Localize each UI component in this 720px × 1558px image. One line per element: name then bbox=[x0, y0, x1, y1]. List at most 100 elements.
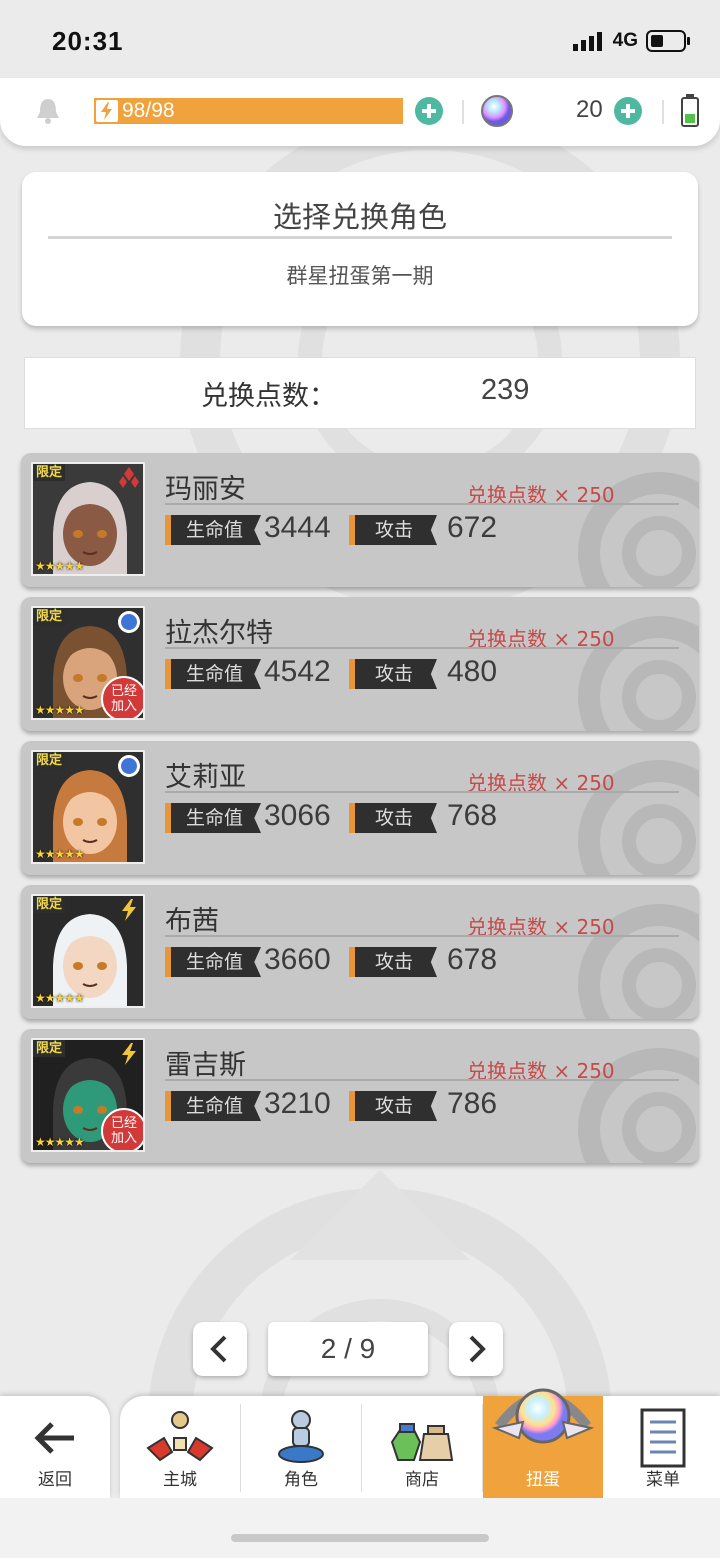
nav-label: 主城 bbox=[163, 1470, 197, 1490]
character-card[interactable]: 限定 ★★★★★ 布茜 兑换点数 × 250 生命值 3660 攻击 678 bbox=[21, 885, 699, 1019]
hp-label: 生命值 bbox=[165, 659, 261, 689]
rarity-stars: ★★★★★ bbox=[35, 847, 85, 861]
status-bar: 20:31 4G bbox=[0, 0, 720, 82]
attack-label: 攻击 bbox=[349, 659, 437, 689]
card-emblem-decoration bbox=[578, 616, 699, 731]
add-energy-button[interactable] bbox=[415, 97, 443, 125]
clock: 20:31 bbox=[52, 25, 124, 56]
character-portrait[interactable]: 限定 ★★★★★ 已经 加入 bbox=[31, 1038, 145, 1152]
bottom-navigation: 返回 主城 角色 商店 扭蛋 菜单 bbox=[0, 1388, 720, 1498]
lightning-icon bbox=[122, 1043, 136, 1065]
card-divider bbox=[165, 647, 679, 649]
rarity-stars: ★★★★★ bbox=[35, 559, 85, 573]
hp-label: 生命值 bbox=[165, 803, 261, 833]
character-name: 拉杰尔特 bbox=[165, 618, 273, 649]
character-portrait[interactable]: 限定 ★★★★★ bbox=[31, 462, 145, 576]
pagination: 2 / 9 bbox=[0, 1322, 720, 1378]
attack-value: 672 bbox=[447, 511, 498, 544]
back-label: 返回 bbox=[38, 1470, 72, 1490]
nav-label: 角色 bbox=[284, 1470, 318, 1490]
diamond-icon bbox=[119, 467, 139, 488]
character-card[interactable]: 限定 ★★★★★ 玛丽安 兑换点数 × 250 生命值 3444 攻击 672 bbox=[21, 453, 699, 587]
energy-bar: 98/98 bbox=[94, 98, 403, 124]
divider bbox=[662, 100, 664, 124]
nav-tab-shop[interactable]: 商店 bbox=[362, 1396, 482, 1498]
hp-label: 生命值 bbox=[165, 1091, 261, 1121]
prev-page-button[interactable] bbox=[193, 1322, 247, 1376]
card-emblem-decoration bbox=[578, 472, 699, 587]
circle-icon bbox=[118, 611, 140, 633]
network-label: 4G bbox=[612, 30, 638, 51]
attack-label: 攻击 bbox=[349, 947, 437, 977]
energy-bolt-icon bbox=[96, 100, 118, 122]
home-indicator[interactable] bbox=[231, 1534, 489, 1542]
character-portrait[interactable]: 限定 ★★★★★ bbox=[31, 894, 145, 1008]
resource-bar: 98/98 20 bbox=[0, 78, 720, 146]
nav-label: 菜单 bbox=[646, 1470, 680, 1490]
exchange-points-panel: 兑换点数： 239 bbox=[24, 357, 696, 429]
circle-icon bbox=[118, 755, 140, 777]
chevron-left-icon bbox=[210, 1335, 227, 1363]
nav-label: 扭蛋 bbox=[526, 1470, 560, 1490]
points-label: 兑换点数： bbox=[201, 381, 336, 412]
attack-value: 768 bbox=[447, 799, 498, 832]
battery-saver-icon[interactable] bbox=[680, 94, 700, 128]
character-name: 布茜 bbox=[165, 906, 219, 937]
battery-icon bbox=[646, 30, 690, 52]
character-portrait[interactable]: 限定 ★★★★★ bbox=[31, 750, 145, 864]
limited-tag: 限定 bbox=[33, 608, 66, 625]
limited-tag: 限定 bbox=[33, 1040, 66, 1057]
hp-value: 3444 bbox=[264, 511, 331, 544]
add-gems-button[interactable] bbox=[614, 97, 642, 125]
card-divider bbox=[165, 791, 679, 793]
arrow-left-icon bbox=[34, 1422, 74, 1454]
card-emblem-decoration bbox=[578, 1048, 699, 1163]
system-indicators: 4G bbox=[572, 30, 690, 52]
card-emblem-decoration bbox=[578, 760, 699, 875]
limited-tag: 限定 bbox=[33, 464, 66, 481]
banner-subtitle: 群星扭蛋第一期 bbox=[286, 264, 434, 288]
character-card[interactable]: 限定 ★★★★★ 已经 加入 拉杰尔特 兑换点数 × 250 生命值 4542 攻击 480 bbox=[21, 597, 699, 731]
nav-tabs: 主城 角色 商店 扭蛋 菜单 bbox=[120, 1388, 720, 1498]
rarity-stars: ★★★★★ bbox=[35, 991, 85, 1005]
character-card[interactable]: 限定 ★★★★★ 艾莉亚 兑换点数 × 250 生命值 3066 攻击 768 bbox=[21, 741, 699, 875]
card-divider bbox=[165, 935, 679, 937]
character-card[interactable]: 限定 ★★★★★ 已经 加入 雷吉斯 兑换点数 × 250 生命值 3210 攻击 786 bbox=[21, 1029, 699, 1163]
rarity-stars: ★★★★★ bbox=[35, 703, 85, 717]
nav-tab-menu[interactable]: 菜单 bbox=[603, 1396, 720, 1498]
page-indicator: 2 / 9 bbox=[268, 1322, 428, 1376]
page-title: 选择兑换角色 bbox=[272, 200, 447, 234]
gem-count: 20 bbox=[576, 96, 603, 123]
back-button[interactable]: 返回 bbox=[0, 1396, 110, 1498]
hp-label: 生命值 bbox=[165, 515, 261, 545]
hp-value: 4542 bbox=[264, 655, 331, 688]
character-name: 玛丽安 bbox=[165, 474, 246, 505]
nav-label: 商店 bbox=[405, 1470, 439, 1490]
joined-badge: 已经 加入 bbox=[101, 1108, 143, 1150]
attack-value: 786 bbox=[447, 1087, 498, 1120]
hp-value: 3660 bbox=[264, 943, 331, 976]
energy-value: 98/98 bbox=[122, 99, 175, 122]
character-portrait[interactable]: 限定 ★★★★★ 已经 加入 bbox=[31, 606, 145, 720]
next-page-button[interactable] bbox=[449, 1322, 503, 1376]
character-name: 雷吉斯 bbox=[165, 1050, 246, 1081]
character-name: 艾莉亚 bbox=[165, 762, 246, 793]
lightning-icon bbox=[122, 899, 136, 921]
hp-value: 3066 bbox=[264, 799, 331, 832]
card-divider bbox=[165, 503, 679, 505]
card-divider bbox=[165, 1079, 679, 1081]
nav-tab-gacha[interactable]: 扭蛋 bbox=[483, 1388, 603, 1498]
hp-label: 生命值 bbox=[165, 947, 261, 977]
attack-label: 攻击 bbox=[349, 515, 437, 545]
gem-orb-icon bbox=[481, 95, 513, 127]
menu-icon bbox=[640, 1408, 686, 1468]
castle-icon bbox=[146, 1411, 214, 1462]
limited-tag: 限定 bbox=[33, 752, 66, 769]
attack-value: 480 bbox=[447, 655, 498, 688]
attack-label: 攻击 bbox=[349, 1091, 437, 1121]
nav-tab-characters[interactable]: 角色 bbox=[241, 1396, 361, 1498]
gacha-icon bbox=[491, 1388, 595, 1444]
bell-icon[interactable] bbox=[34, 96, 62, 126]
character-icon bbox=[278, 1410, 324, 1463]
nav-tab-castle[interactable]: 主城 bbox=[120, 1396, 240, 1498]
